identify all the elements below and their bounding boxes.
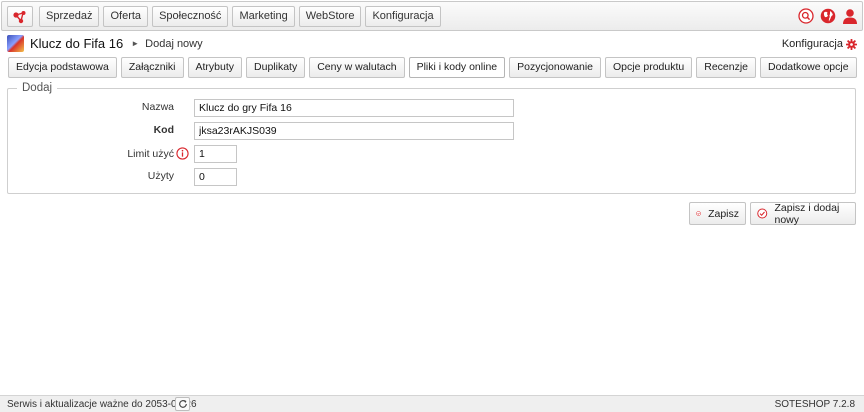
- limit-input[interactable]: [194, 145, 237, 163]
- page-title: Klucz do Fifa 16: [30, 36, 124, 51]
- top-navigation-bar: Sprzedaż Oferta Społeczność Marketing We…: [1, 1, 863, 31]
- product-thumbnail: [7, 35, 24, 52]
- config-link[interactable]: Konfiguracja: [782, 38, 857, 50]
- tab-pliki-i-kody-online[interactable]: Pliki i kody online: [408, 57, 506, 78]
- user-icon: [842, 8, 857, 24]
- status-footer: Serwis i aktualizacje ważne do 2053-08-2…: [0, 395, 864, 412]
- breadcrumb-separator: ►: [131, 39, 140, 48]
- version-label: SOTESHOP 7.2.8: [774, 399, 855, 410]
- save-label: Zapisz: [708, 207, 739, 220]
- globe-icon: [820, 8, 835, 23]
- search-icon: [797, 7, 814, 24]
- tab-pozycjonowanie[interactable]: Pozycjonowanie: [509, 57, 602, 78]
- nazwa-input[interactable]: [194, 99, 514, 117]
- tab-opcje-produktu[interactable]: Opcje produktu: [605, 57, 693, 78]
- nazwa-label: Nazwa: [141, 101, 174, 113]
- menu-marketing[interactable]: Marketing: [232, 6, 295, 27]
- tab-dodatkowe-opcje[interactable]: Dodatkowe opcje: [760, 57, 857, 78]
- page-header: Klucz do Fifa 16 ► Dodaj nowy: [7, 35, 203, 52]
- menu-konfiguracja[interactable]: Konfiguracja: [365, 6, 441, 27]
- tab-edycja-podstawowa[interactable]: Edycja podstawowa: [8, 57, 117, 78]
- tab-recenzje[interactable]: Recenzje: [696, 57, 757, 78]
- tab-zalaczniki[interactable]: Załączniki: [120, 57, 184, 78]
- top-icons: [797, 7, 858, 24]
- check-icon: [696, 211, 701, 216]
- breadcrumb-current: Dodaj nowy: [145, 37, 203, 50]
- product-tabs: Edycja podstawowa Załączniki Atrybuty Du…: [8, 57, 857, 78]
- limit-label: Limit użyć: [127, 148, 174, 160]
- main-menu: Sprzedaż Oferta Społeczność Marketing We…: [39, 6, 441, 27]
- tab-atrybuty[interactable]: Atrybuty: [187, 57, 243, 78]
- user-button[interactable]: [841, 7, 858, 24]
- gear-icon: [846, 38, 857, 50]
- info-icon[interactable]: [176, 147, 189, 160]
- logo-button[interactable]: [7, 6, 33, 27]
- uzyty-input[interactable]: [194, 168, 237, 186]
- kod-label: Kod: [153, 124, 174, 136]
- check-icon: [757, 208, 768, 219]
- tab-duplikaty[interactable]: Duplikaty: [246, 57, 306, 78]
- service-validity-text: Serwis i aktualizacje ważne do 2053-08-2…: [7, 399, 197, 410]
- menu-webstore[interactable]: WebStore: [298, 6, 362, 27]
- save-and-add-new-label: Zapisz i dodaj nowy: [774, 201, 840, 226]
- soteshop-logo-icon: [13, 10, 26, 23]
- refresh-icon: [178, 400, 187, 408]
- kod-input[interactable]: [194, 122, 514, 140]
- search-button[interactable]: [797, 7, 814, 24]
- config-label: Konfiguracja: [781, 38, 843, 50]
- menu-sprzedaz[interactable]: Sprzedaż: [39, 6, 100, 27]
- fieldset-legend: Dodaj: [17, 82, 58, 94]
- uzyty-label: Użyty: [147, 170, 174, 182]
- language-button[interactable]: [819, 7, 836, 24]
- menu-oferta[interactable]: Oferta: [103, 6, 149, 27]
- save-button[interactable]: Zapisz: [689, 202, 746, 225]
- save-and-add-new-button[interactable]: Zapisz i dodaj nowy: [750, 201, 856, 226]
- refresh-button[interactable]: [175, 397, 190, 411]
- tab-ceny-w-walutach[interactable]: Ceny w walutach: [309, 57, 405, 78]
- menu-spolecznosc[interactable]: Społeczność: [152, 6, 229, 27]
